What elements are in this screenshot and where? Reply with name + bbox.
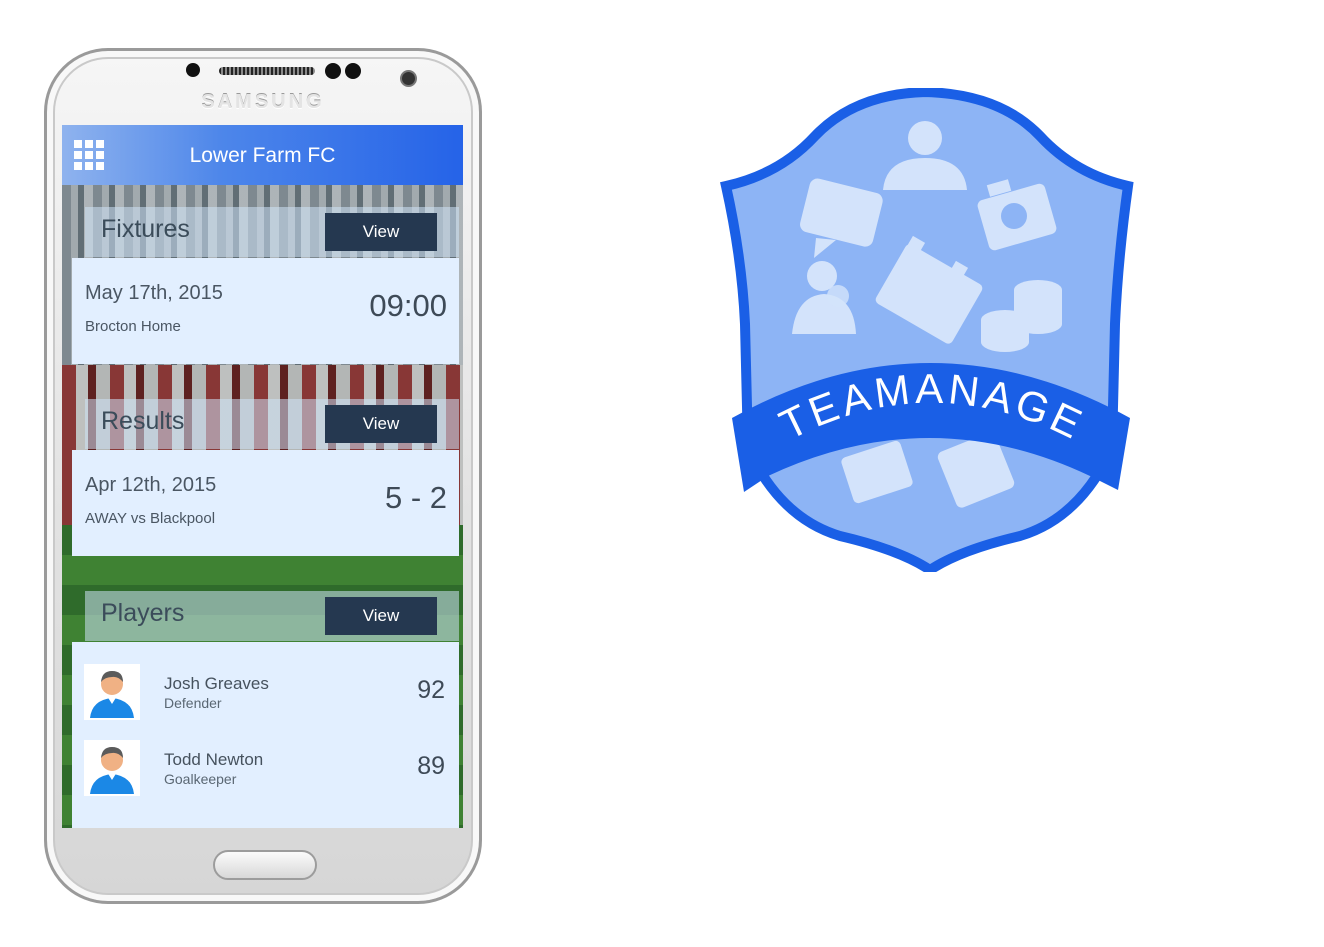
results-view-button[interactable]: View xyxy=(325,405,437,443)
list-item[interactable]: Josh Greaves Defender 92 xyxy=(84,664,459,728)
fixtures-heading: Fixtures xyxy=(101,215,190,243)
result-detail: AWAY vs Blackpool xyxy=(85,510,216,527)
result-date: Apr 12th, 2015 xyxy=(85,474,217,496)
list-item[interactable]: Todd Newton Goalkeeper 89 xyxy=(84,740,459,804)
results-header: Results View xyxy=(85,399,459,449)
fixtures-view-button[interactable]: View xyxy=(325,213,437,251)
app-screen: Lower Farm FC Fixtures View May 17th, 20… xyxy=(62,125,463,828)
player-rating: 89 xyxy=(417,752,445,780)
result-card[interactable]: Apr 12th, 2015 AWAY vs Blackpool 5 - 2 xyxy=(72,450,459,556)
avatar xyxy=(84,740,140,796)
sensor-dot xyxy=(325,63,341,79)
fixture-date: May 17th, 2015 xyxy=(85,282,223,304)
result-score: 5 - 2 xyxy=(384,480,447,515)
teamanage-logo: TEAMANAGE xyxy=(720,88,1134,572)
device-brand: SAMSUNG xyxy=(201,91,325,113)
proximity-sensor xyxy=(186,63,200,77)
results-heading: Results xyxy=(101,407,185,435)
player-name: Josh Greaves xyxy=(164,674,269,693)
app-title: Lower Farm FC xyxy=(189,144,336,167)
fixtures-header: Fixtures View xyxy=(85,207,459,257)
fixture-time: 09:00 xyxy=(369,288,447,323)
players-card: Josh Greaves Defender 92 Todd Newton Goa… xyxy=(72,642,459,828)
front-camera xyxy=(400,70,417,87)
player-position: Defender xyxy=(164,695,222,711)
players-heading: Players xyxy=(101,599,185,627)
camera-lens-icon xyxy=(1001,203,1027,229)
app-bar: Lower Farm FC xyxy=(62,125,463,185)
home-button[interactable] xyxy=(213,850,317,880)
players-view-button[interactable]: View xyxy=(325,597,437,635)
fixture-card[interactable]: May 17th, 2015 Brocton Home 09:00 xyxy=(72,258,459,364)
fixture-detail: Brocton Home xyxy=(85,318,181,335)
avatar xyxy=(84,664,140,720)
player-position: Goalkeeper xyxy=(164,771,237,787)
player-name: Todd Newton xyxy=(164,750,264,769)
player-rating: 92 xyxy=(417,676,445,704)
sensor-dot xyxy=(345,63,361,79)
earpiece-speaker xyxy=(219,67,315,75)
players-header: Players View xyxy=(85,591,459,641)
